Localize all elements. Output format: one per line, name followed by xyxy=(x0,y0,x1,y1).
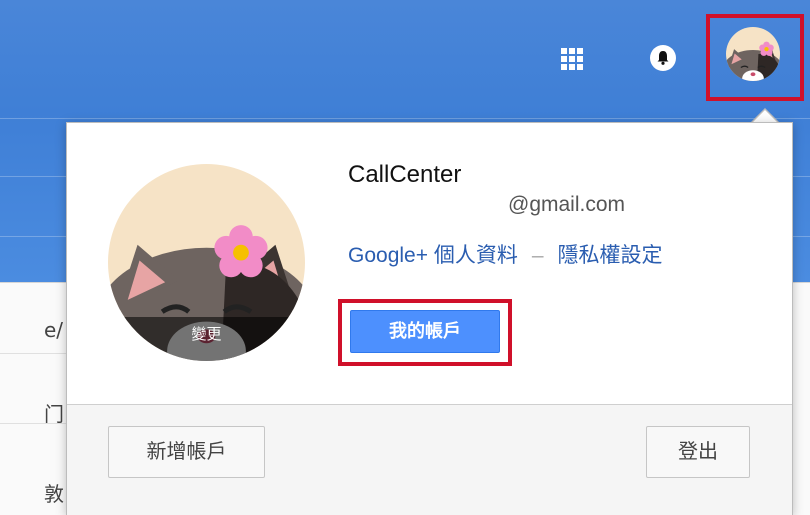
google-plus-profile-link[interactable]: Google+ 個人資料 xyxy=(348,244,518,267)
apps-grid-icon[interactable] xyxy=(561,48,583,70)
apps-grid-dot xyxy=(569,56,575,62)
background-text: 门 xyxy=(44,402,64,426)
account-avatar-button[interactable] xyxy=(726,27,780,81)
background-text: e/ xyxy=(44,318,64,342)
account-email: @gmail.com xyxy=(508,193,626,216)
background-divider xyxy=(0,353,70,354)
notifications-button[interactable] xyxy=(650,45,676,71)
account-links: Google+ 個人資料 – 隱私權設定 xyxy=(348,239,663,269)
privacy-settings-link[interactable]: 隱私權設定 xyxy=(558,244,663,267)
apps-grid-dot xyxy=(561,48,567,54)
profile-photo[interactable]: 變更 xyxy=(108,164,305,361)
apps-grid-dot xyxy=(577,48,583,54)
apps-grid-dot xyxy=(561,64,567,70)
add-account-button[interactable]: 新增帳戶 xyxy=(108,426,265,478)
account-name: CallCenter xyxy=(348,161,462,188)
cat-avatar-icon xyxy=(726,27,780,81)
change-photo-label[interactable]: 變更 xyxy=(108,317,305,361)
popup-footer: 新增帳戶 登出 xyxy=(67,404,792,515)
apps-grid-dot xyxy=(569,64,575,70)
apps-grid-dot xyxy=(569,48,575,54)
apps-grid-dot xyxy=(577,64,583,70)
bell-icon xyxy=(657,51,669,65)
background-text: 敦 xyxy=(44,482,64,506)
sign-out-button[interactable]: 登出 xyxy=(646,426,750,478)
apps-grid-dot xyxy=(577,56,583,62)
header-divider xyxy=(0,118,810,119)
account-popup: 變更 CallCenter @gmail.com Google+ 個人資料 – 隱私… xyxy=(66,122,793,515)
link-separator: – xyxy=(531,244,544,267)
my-account-button[interactable]: 我的帳戶 xyxy=(350,310,500,353)
apps-grid-dot xyxy=(561,56,567,62)
